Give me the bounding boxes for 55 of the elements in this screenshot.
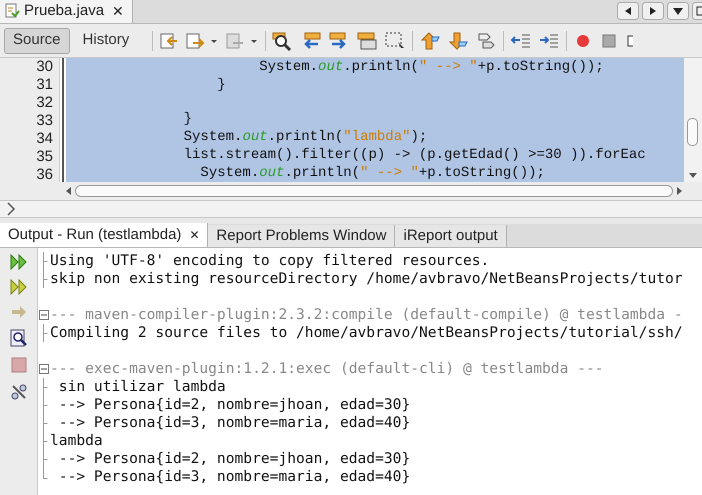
output-line: Compiling 2 source files to /home/avbravo/NetBeansProjects/tutorial/ssh/ [50, 324, 683, 342]
arrow-up-icon[interactable] [419, 30, 442, 50]
close-icon[interactable]: ✕ [108, 0, 128, 22]
line-number: 34 [36, 130, 53, 147]
output-line: --> Persona{id=3, nombre=maria, edad=40} [58, 414, 410, 432]
collapse-icon[interactable] [39, 364, 49, 374]
editor-tab[interactable]: Prueba.java ✕ [0, 0, 134, 23]
stop-icon[interactable] [10, 356, 28, 374]
scroll-right-button[interactable] [642, 2, 664, 20]
output-line: sin utilizar lambda [58, 378, 226, 396]
view-tab[interactable]: Source [4, 28, 70, 54]
dropdown-button[interactable] [667, 2, 689, 20]
collapse-icon[interactable] [39, 310, 49, 320]
line-number: 32 [36, 94, 53, 111]
code-line: System.out.println("lambda"); [182, 129, 428, 145]
chevron-icon[interactable] [6, 202, 16, 216]
rerun-icon[interactable] [10, 254, 28, 270]
code-line: } [216, 77, 226, 93]
line-number: 35 [36, 148, 53, 165]
output-tab[interactable]: iReport output [395, 225, 507, 247]
wrench-icon[interactable] [10, 383, 28, 401]
line-number: 36 [36, 166, 53, 183]
output-line: lambda [50, 432, 103, 450]
code-line: System.out.println(" --> "+p.toString()); [258, 59, 604, 75]
output-line: skip non existing resourceDirectory /home/avbravo/NetBeansProjects/tutor [50, 270, 683, 288]
view-tab[interactable]: History [74, 28, 138, 54]
output-line: Using 'UTF-8' encoding to copy filtered resources. [50, 252, 490, 270]
selection-icon[interactable] [384, 30, 406, 50]
output-line: --> Persona{id=2, nombre=jhoan, edad=30} [58, 450, 410, 468]
build-section-header: --- exec-maven-plugin:1.2.1:exec (default-cli) @ testlambda --- [50, 360, 604, 378]
forward-dropdown-icon[interactable] [185, 32, 220, 50]
line-number: 30 [36, 58, 53, 75]
build-section-header: --- maven-compiler-plugin:2.3.2:compile (default-compile) @ testlambda - [50, 306, 683, 324]
line-number: 31 [36, 76, 53, 93]
code-line: } [182, 111, 192, 127]
java-file-icon [4, 3, 20, 19]
fold-guide-line [43, 324, 48, 342]
scrollbar-thumb[interactable] [687, 118, 698, 146]
search-icon[interactable] [10, 329, 28, 347]
maximize-button[interactable] [692, 2, 702, 20]
code-line: list.stream().filter((p) -> (p.getEdad() >=30 )).forEac [182, 147, 646, 163]
output-tab[interactable]: Output - Run (testlambda) ✕ [0, 223, 208, 247]
output-line: --> Persona{id=2, nombre=jhoan, edad=30} [58, 396, 410, 414]
line-number: 33 [36, 112, 53, 129]
code-line: System.out.println(" --> "+p.toString()); [199, 165, 545, 181]
back-icon[interactable] [159, 32, 180, 50]
output-line: --> Persona{id=3, nombre=maria, edad=40} [58, 468, 410, 486]
scroll-left-button[interactable] [617, 2, 639, 20]
highlight-icon[interactable] [356, 30, 378, 50]
tab-title: Prueba.java [24, 0, 104, 21]
scroll-right-icon[interactable] [677, 187, 682, 195]
arrow-down-icon[interactable] [447, 30, 470, 50]
rerun-icon[interactable] [10, 279, 28, 295]
output-tab[interactable]: Report Problems Window [208, 225, 396, 247]
horizontal-scrollbar-thumb[interactable] [75, 185, 673, 197]
